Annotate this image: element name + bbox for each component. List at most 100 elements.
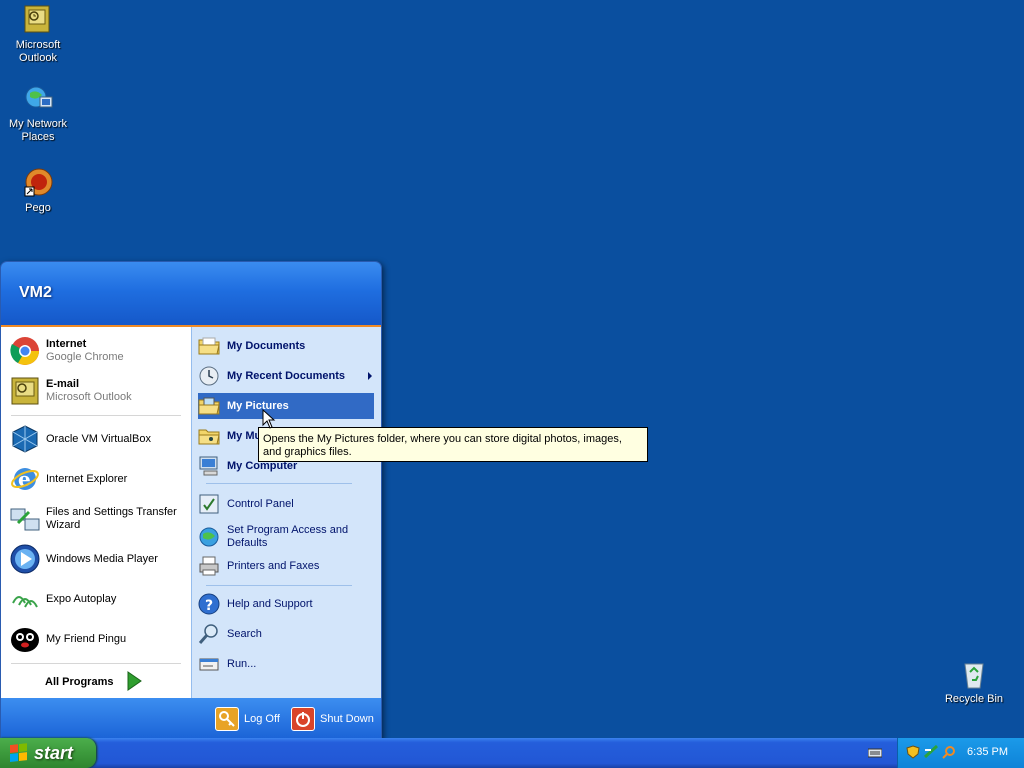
power-icon xyxy=(291,707,315,731)
menu-label: My Documents xyxy=(227,339,306,352)
printer-icon xyxy=(198,555,220,577)
pinned-title: E-mail xyxy=(46,378,80,390)
transfer-wizard-icon xyxy=(9,503,41,535)
outlook-icon xyxy=(22,4,54,36)
menu-label: My Pictures xyxy=(227,399,289,412)
start-button[interactable]: start xyxy=(0,738,96,768)
taskbar: start 6:35 PM xyxy=(0,738,1024,768)
pego-icon xyxy=(22,167,54,199)
recent-transfer-wizard[interactable]: Files and Settings Transfer Wizard xyxy=(9,501,185,537)
start-menu-footer: Log Off Shut Down xyxy=(1,698,381,740)
windows-logo-icon xyxy=(10,743,28,763)
desktop-icon-label: Microsoft Outlook xyxy=(15,39,61,64)
log-off-button[interactable]: Log Off xyxy=(215,706,280,732)
start-menu-header: VM2 xyxy=(1,262,381,327)
desktop-icon-recycle-bin[interactable]: Recycle Bin xyxy=(936,658,1012,706)
network-places-icon xyxy=(22,83,54,115)
program-access-icon xyxy=(198,526,220,548)
start-menu: VM2 Internet Google Chrome E-mail Microsof… xyxy=(0,261,382,741)
pinned-title: Internet xyxy=(46,338,87,350)
pinned-email[interactable]: E-mail Microsoft Outlook xyxy=(9,373,185,409)
shut-down-button[interactable]: Shut Down xyxy=(291,706,374,732)
virtualbox-icon xyxy=(9,423,41,455)
recent-label: My Friend Pingu xyxy=(46,632,127,645)
menu-label: Search xyxy=(227,627,262,640)
desktop-icon-label: Pego xyxy=(25,202,51,214)
mouse-pointer-icon xyxy=(262,408,276,429)
keyboard-icon[interactable] xyxy=(867,745,883,759)
pinned-subtitle: Microsoft Outlook xyxy=(46,391,132,403)
system-tray: 6:35 PM xyxy=(897,738,1024,768)
shut-down-label: Shut Down xyxy=(320,713,374,725)
all-programs-label: All Programs xyxy=(45,675,114,688)
menu-label: Set Program Access and Defaults xyxy=(227,524,349,549)
media-player-icon xyxy=(9,543,41,575)
menu-label: Control Panel xyxy=(227,497,294,510)
menu-control-panel[interactable]: Control Panel xyxy=(198,491,374,517)
separator xyxy=(206,585,352,586)
recent-label: Oracle VM VirtualBox xyxy=(46,432,151,445)
menu-search[interactable]: Search xyxy=(198,621,374,647)
recent-expo-autoplay[interactable]: Expo Autoplay xyxy=(9,581,185,617)
recent-label: Windows Media Player xyxy=(46,552,158,565)
recent-documents-icon xyxy=(198,365,220,387)
computer-icon xyxy=(198,455,220,477)
svg-text:?: ? xyxy=(205,598,213,614)
key-icon xyxy=(215,707,239,731)
submenu-arrow-icon xyxy=(368,372,372,380)
security-shield-icon[interactable] xyxy=(906,745,920,759)
separator xyxy=(11,415,181,416)
search-tray-icon[interactable] xyxy=(942,745,956,759)
desktop-icon-label: My Network Places xyxy=(8,118,68,143)
user-name: VM2 xyxy=(19,284,52,301)
recent-internet-explorer[interactable]: e Internet Explorer xyxy=(9,461,185,497)
network-icon[interactable] xyxy=(923,744,939,759)
recent-label: Expo Autoplay xyxy=(46,592,117,605)
menu-run[interactable]: Run... xyxy=(198,651,374,677)
menu-help-support[interactable]: ? Help and Support xyxy=(198,591,374,617)
recent-pingu[interactable]: My Friend Pingu xyxy=(9,621,185,657)
clock[interactable]: 6:35 PM xyxy=(967,746,1008,758)
arrow-right-icon xyxy=(125,670,143,695)
control-panel-icon xyxy=(198,493,220,515)
menu-program-access[interactable]: Set Program Access and Defaults xyxy=(198,523,374,551)
separator xyxy=(206,483,352,484)
help-icon: ? xyxy=(198,593,220,615)
desktop-icon-network-places[interactable]: My Network Places xyxy=(0,83,76,144)
log-off-label: Log Off xyxy=(244,713,280,725)
desktop-icon-pego[interactable]: Pego xyxy=(0,167,76,215)
internet-explorer-icon: e xyxy=(9,463,41,495)
folder-icon xyxy=(198,335,220,357)
start-menu-left-pane: Internet Google Chrome E-mail Microsoft Ou… xyxy=(1,327,191,698)
recent-label: Files and Settings Transfer Wizard xyxy=(46,506,177,531)
pictures-folder-icon xyxy=(198,395,220,417)
pinned-subtitle: Google Chrome xyxy=(46,351,124,363)
separator xyxy=(11,663,181,664)
menu-label: My Recent Documents xyxy=(227,369,345,382)
outlook-icon xyxy=(9,375,41,407)
chrome-icon xyxy=(9,335,41,367)
menu-label: Help and Support xyxy=(227,597,313,610)
start-menu-right-pane: My Documents My Recent Documents My Pict… xyxy=(191,327,381,698)
recent-virtualbox[interactable]: Oracle VM VirtualBox xyxy=(9,421,185,457)
desktop-icon-outlook[interactable]: Microsoft Outlook xyxy=(0,4,76,65)
recycle-bin-icon xyxy=(958,658,990,690)
pinned-internet[interactable]: Internet Google Chrome xyxy=(9,333,185,369)
desktop-icon-label: Recycle Bin xyxy=(944,693,1004,705)
menu-label: Run... xyxy=(227,657,257,670)
all-programs-button[interactable]: All Programs xyxy=(45,667,155,697)
start-label: start xyxy=(34,742,74,763)
menu-my-recent-documents[interactable]: My Recent Documents xyxy=(198,363,374,389)
menu-my-documents[interactable]: My Documents xyxy=(198,333,374,359)
pingu-icon xyxy=(9,623,41,655)
expo-autoplay-icon xyxy=(9,583,41,615)
menu-my-pictures[interactable]: My Pictures xyxy=(198,393,374,419)
menu-printers-faxes[interactable]: Printers and Faxes xyxy=(198,553,374,579)
search-icon xyxy=(198,623,220,645)
tooltip: Opens the My Pictures folder, where you … xyxy=(258,427,648,462)
music-folder-icon xyxy=(198,425,220,447)
run-icon xyxy=(198,653,220,675)
recent-label: Internet Explorer xyxy=(46,472,128,485)
recent-media-player[interactable]: Windows Media Player xyxy=(9,541,185,577)
menu-label: Printers and Faxes xyxy=(227,559,320,572)
